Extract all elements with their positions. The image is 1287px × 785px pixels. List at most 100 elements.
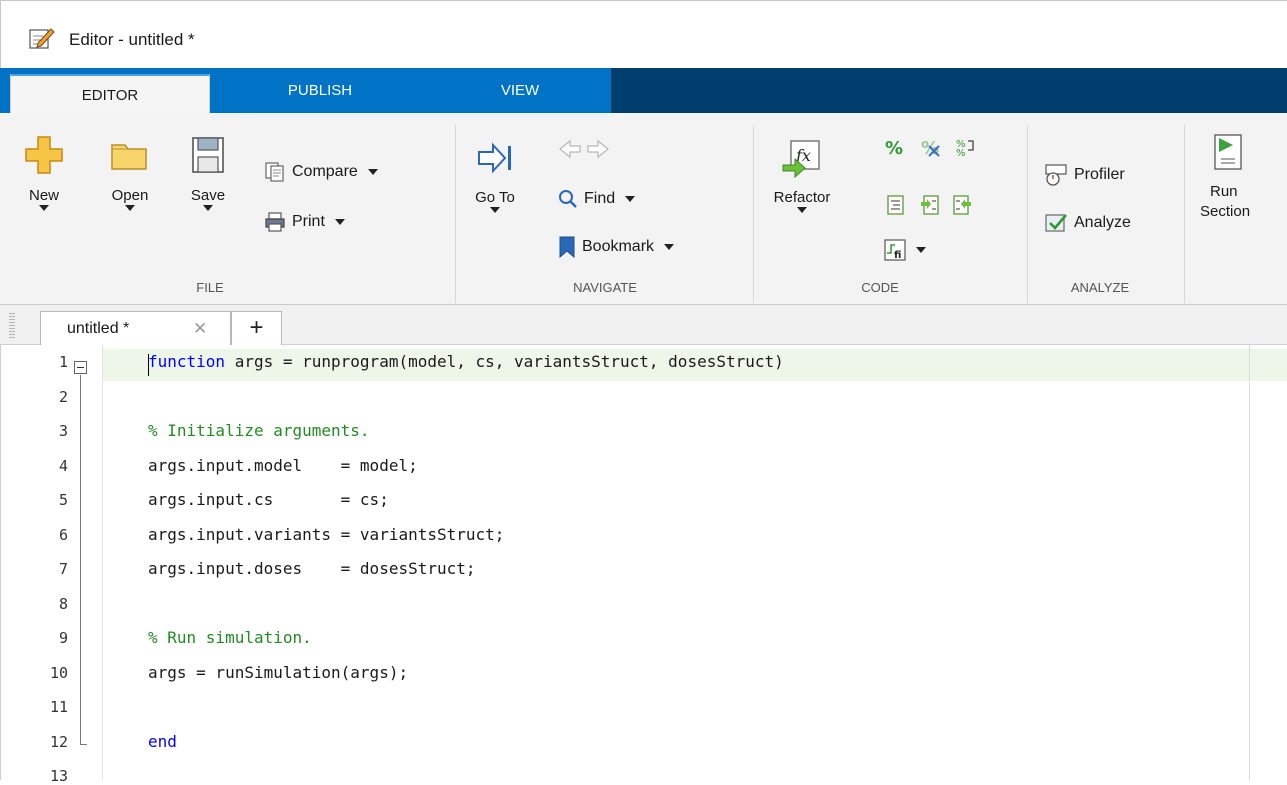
ribbon-toolbar: New Open Save Compare Print FILE Go To F… (0, 113, 1287, 305)
close-icon[interactable]: ✕ (193, 319, 207, 339)
bookmark-button[interactable]: Bookmark (558, 235, 675, 259)
document-tab-untitled[interactable]: untitled * ✕ (40, 311, 231, 346)
line-number-gutter: 1 2 3 4 5 6 7 8 9 10 11 12 13 (1, 345, 101, 785)
code-token: args.input.cs = cs; (148, 490, 389, 509)
find-button[interactable]: Find (558, 189, 636, 209)
text-cursor (148, 354, 149, 376)
analyze-check-icon (1045, 214, 1067, 232)
run-section-button[interactable]: Run Section (1200, 133, 1280, 220)
comment-icon[interactable]: % (884, 137, 904, 157)
editor-app-icon (29, 28, 55, 49)
fixed-point-button[interactable]: fi (884, 239, 926, 261)
tab-editor[interactable]: EDITOR (10, 74, 210, 115)
save-label: Save (190, 187, 226, 204)
code-line: args.input.model = model; (148, 456, 418, 475)
code-token: args = runSimulation(args); (148, 662, 409, 682)
print-label: Print (292, 213, 325, 230)
title-bar: Editor - untitled * (0, 0, 1287, 68)
increase-indent-icon[interactable] (920, 195, 940, 215)
svg-text:fi: fi (894, 250, 901, 261)
tab-publish[interactable]: PUBLISH (240, 68, 400, 113)
refactor-label: Refactor (773, 189, 831, 206)
line-number: 5 (58, 491, 68, 509)
open-folder-icon (111, 144, 147, 170)
analyze-label: Analyze (1074, 214, 1131, 231)
analyze-button[interactable]: Analyze (1044, 211, 1131, 235)
open-label: Open (111, 187, 149, 204)
code-line: args.input.doses = dosesStruct; (148, 559, 476, 578)
document-tab-label: untitled * (67, 320, 130, 337)
ribbon-separator (753, 125, 754, 303)
back-arrow-icon[interactable] (558, 139, 582, 159)
new-dropdown-icon (39, 205, 49, 211)
compare-icon (265, 162, 284, 182)
refactor-fx-icon: fx (782, 140, 820, 179)
line-number: 11 (49, 698, 68, 716)
svg-text:%: % (885, 138, 903, 157)
uncomment-icon[interactable]: % (920, 137, 940, 157)
ribbon-separator (455, 125, 456, 303)
run-label: Run (1210, 183, 1238, 200)
print-icon (265, 212, 285, 232)
bookmark-dropdown-icon (664, 244, 675, 250)
line-number: 7 (58, 560, 68, 578)
ribbon-separator (1027, 125, 1028, 303)
compare-button[interactable]: Compare (264, 161, 378, 183)
code-line: % Initialize arguments. (148, 421, 370, 440)
code-token: args.input.model = model; (148, 455, 418, 475)
code-line: args.input.variants = variantsStruct; (148, 525, 504, 544)
save-floppy-icon (192, 137, 224, 173)
code-token: args.input.doses = dosesStruct; (148, 559, 476, 578)
fold-collapse-icon[interactable] (74, 361, 87, 374)
new-tab-button[interactable]: + (231, 311, 282, 346)
refactor-button[interactable]: fx Refactor (764, 137, 840, 213)
new-label: New (28, 187, 59, 204)
fold-end-marker (80, 744, 87, 745)
line-number: 4 (58, 456, 68, 475)
right-margin-line (1249, 345, 1250, 780)
compare-dropdown-icon (367, 169, 378, 175)
print-button[interactable]: Print (264, 211, 345, 233)
code-line: args = runSimulation(args); (148, 663, 408, 682)
open-button[interactable]: Open (104, 135, 156, 211)
smart-indent-icon[interactable] (886, 195, 906, 215)
svg-text:%: % (956, 148, 966, 157)
run-section-label: Section (1200, 203, 1251, 220)
code-line: args.input.cs = cs; (148, 490, 389, 509)
line-number: 10 (49, 663, 68, 682)
fixed-point-fi-icon: fi (884, 239, 906, 261)
save-dropdown-icon (203, 205, 213, 211)
save-button[interactable]: Save (186, 135, 230, 211)
ribbon-separator (1184, 125, 1185, 303)
forward-arrow-icon[interactable] (586, 139, 610, 159)
profiler-label: Profiler (1074, 166, 1125, 183)
navigate-group-label: NAVIGATE (573, 280, 637, 295)
line-number: 12 (49, 732, 68, 751)
analyze-group-label: ANALYZE (1070, 280, 1130, 295)
line-number: 9 (58, 629, 68, 647)
goto-dropdown-icon (490, 207, 500, 213)
run-section-icon (1214, 134, 1242, 170)
code-editor[interactable]: 1 2 3 4 5 6 7 8 9 10 11 12 13 function args = runpro… (0, 345, 1287, 785)
goto-arrow-icon (478, 142, 511, 174)
ribbon-tab-strip: EDITOR PUBLISH VIEW (0, 68, 1287, 115)
tab-view[interactable]: VIEW (460, 68, 580, 113)
compare-label: Compare (292, 163, 358, 180)
code-line: function args = runprogram(model, cs, va… (148, 352, 784, 371)
search-icon (559, 190, 577, 208)
new-plus-icon (25, 136, 63, 174)
decrease-indent-icon[interactable] (952, 195, 972, 215)
drag-grip-icon[interactable] (9, 313, 15, 339)
fixed-point-dropdown-icon (916, 247, 926, 253)
find-dropdown-icon (625, 196, 636, 202)
code-token: args.input.variants = variantsStruct; (148, 524, 505, 544)
profiler-button[interactable]: Profiler (1044, 163, 1125, 187)
fold-line (80, 375, 81, 745)
profiler-stopwatch-icon (1045, 164, 1067, 186)
wrap-comments-icon[interactable]: % % (956, 137, 976, 157)
goto-button[interactable]: Go To (465, 141, 525, 213)
window-title: Editor - untitled * (69, 30, 195, 49)
keyword-token: end (148, 731, 177, 751)
new-button[interactable]: New (22, 135, 66, 211)
document-tab-bar: untitled * ✕ + (0, 305, 1287, 346)
